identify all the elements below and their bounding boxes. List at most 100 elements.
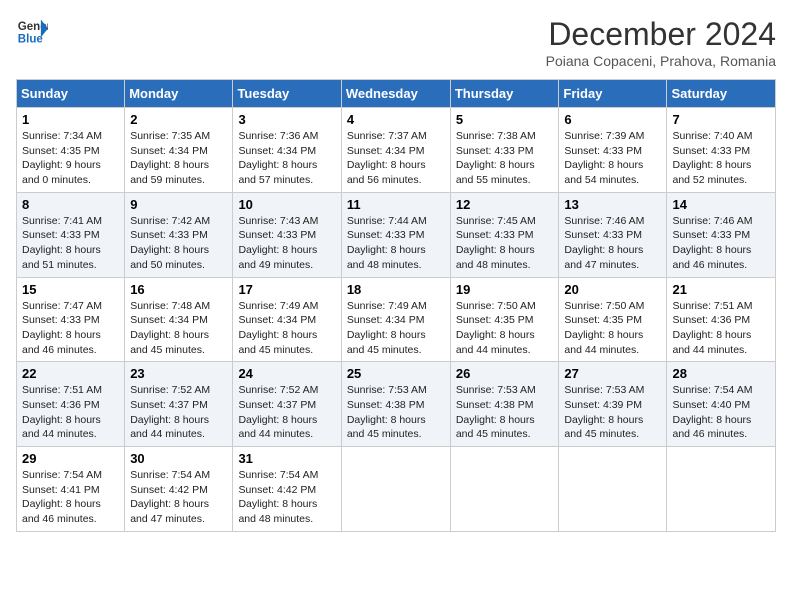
day-detail: Sunrise: 7:43 AMSunset: 4:33 PMDaylight:… <box>238 215 318 271</box>
day-detail: Sunrise: 7:54 AMSunset: 4:41 PMDaylight:… <box>22 469 102 525</box>
day-number: 22 <box>22 366 119 381</box>
day-number: 21 <box>672 282 770 297</box>
day-detail: Sunrise: 7:53 AMSunset: 4:38 PMDaylight:… <box>456 384 536 440</box>
calendar-cell: 5 Sunrise: 7:38 AMSunset: 4:33 PMDaylight… <box>450 108 559 193</box>
day-detail: Sunrise: 7:35 AMSunset: 4:34 PMDaylight:… <box>130 130 210 186</box>
day-detail: Sunrise: 7:46 AMSunset: 4:33 PMDaylight:… <box>564 215 644 271</box>
month-title: December 2024 <box>546 16 776 53</box>
day-number: 19 <box>456 282 554 297</box>
calendar-cell: 23Sunrise: 7:52 AMSunset: 4:37 PMDayligh… <box>125 362 233 447</box>
calendar-cell: 17Sunrise: 7:49 AMSunset: 4:34 PMDayligh… <box>233 277 341 362</box>
calendar-week-row: 1 Sunrise: 7:34 AMSunset: 4:35 PMDaylight… <box>17 108 776 193</box>
day-detail: Sunrise: 7:45 AMSunset: 4:33 PMDaylight:… <box>456 215 536 271</box>
calendar-cell: 24 Sunrise: 7:52 AMSunset: 4:37 PMDayligh… <box>233 362 341 447</box>
day-number: 23 <box>130 366 227 381</box>
day-number: 13 <box>564 197 661 212</box>
calendar-cell: 20Sunrise: 7:50 AMSunset: 4:35 PMDayligh… <box>559 277 667 362</box>
page-header: General Blue December 2024 Poiana Copace… <box>16 16 776 69</box>
day-number: 29 <box>22 451 119 466</box>
calendar-cell: 31Sunrise: 7:54 AMSunset: 4:42 PMDayligh… <box>233 447 341 532</box>
weekday-header-monday: Monday <box>125 80 233 108</box>
day-number: 4 <box>347 112 445 127</box>
day-detail: Sunrise: 7:51 AMSunset: 4:36 PMDaylight:… <box>22 384 102 440</box>
day-detail: Sunrise: 7:52 AMSunset: 4:37 PMDaylight:… <box>238 384 318 440</box>
day-number: 20 <box>564 282 661 297</box>
day-number: 11 <box>347 197 445 212</box>
day-detail: Sunrise: 7:49 AMSunset: 4:34 PMDaylight:… <box>238 300 318 356</box>
day-detail: Sunrise: 7:36 AMSunset: 4:34 PMDaylight:… <box>238 130 318 186</box>
calendar-cell: 4 Sunrise: 7:37 AMSunset: 4:34 PMDaylight… <box>341 108 450 193</box>
day-detail: Sunrise: 7:53 AMSunset: 4:38 PMDaylight:… <box>347 384 427 440</box>
calendar-cell: 10Sunrise: 7:43 AMSunset: 4:33 PMDayligh… <box>233 192 341 277</box>
day-number: 14 <box>672 197 770 212</box>
weekday-header-sunday: Sunday <box>17 80 125 108</box>
calendar-cell: 28 Sunrise: 7:54 AMSunset: 4:40 PMDayligh… <box>667 362 776 447</box>
day-number: 3 <box>238 112 335 127</box>
day-detail: Sunrise: 7:42 AMSunset: 4:33 PMDaylight:… <box>130 215 210 271</box>
calendar-cell: 26 Sunrise: 7:53 AMSunset: 4:38 PMDayligh… <box>450 362 559 447</box>
calendar-cell: 2 Sunrise: 7:35 AMSunset: 4:34 PMDaylight… <box>125 108 233 193</box>
calendar-cell: 30 Sunrise: 7:54 AMSunset: 4:42 PMDayligh… <box>125 447 233 532</box>
weekday-header-wednesday: Wednesday <box>341 80 450 108</box>
weekday-header-row: SundayMondayTuesdayWednesdayThursdayFrid… <box>17 80 776 108</box>
day-detail: Sunrise: 7:44 AMSunset: 4:33 PMDaylight:… <box>347 215 427 271</box>
day-number: 6 <box>564 112 661 127</box>
day-detail: Sunrise: 7:38 AMSunset: 4:33 PMDaylight:… <box>456 130 536 186</box>
weekday-header-tuesday: Tuesday <box>233 80 341 108</box>
calendar-cell: 11 Sunrise: 7:44 AMSunset: 4:33 PMDayligh… <box>341 192 450 277</box>
calendar-cell <box>450 447 559 532</box>
day-number: 28 <box>672 366 770 381</box>
calendar-cell: 3 Sunrise: 7:36 AMSunset: 4:34 PMDaylight… <box>233 108 341 193</box>
calendar-cell: 18Sunrise: 7:49 AMSunset: 4:34 PMDayligh… <box>341 277 450 362</box>
calendar-cell: 6 Sunrise: 7:39 AMSunset: 4:33 PMDaylight… <box>559 108 667 193</box>
day-number: 26 <box>456 366 554 381</box>
calendar-cell: 8 Sunrise: 7:41 AMSunset: 4:33 PMDaylight… <box>17 192 125 277</box>
logo: General Blue <box>16 16 48 48</box>
calendar-week-row: 29 Sunrise: 7:54 AMSunset: 4:41 PMDayligh… <box>17 447 776 532</box>
day-detail: Sunrise: 7:53 AMSunset: 4:39 PMDaylight:… <box>564 384 644 440</box>
day-number: 18 <box>347 282 445 297</box>
day-number: 7 <box>672 112 770 127</box>
calendar-cell: 16Sunrise: 7:48 AMSunset: 4:34 PMDayligh… <box>125 277 233 362</box>
day-detail: Sunrise: 7:47 AMSunset: 4:33 PMDaylight:… <box>22 300 102 356</box>
day-number: 2 <box>130 112 227 127</box>
calendar-cell: 25Sunrise: 7:53 AMSunset: 4:38 PMDayligh… <box>341 362 450 447</box>
calendar-week-row: 15 Sunrise: 7:47 AMSunset: 4:33 PMDayligh… <box>17 277 776 362</box>
day-number: 24 <box>238 366 335 381</box>
calendar-cell: 22 Sunrise: 7:51 AMSunset: 4:36 PMDayligh… <box>17 362 125 447</box>
day-detail: Sunrise: 7:34 AMSunset: 4:35 PMDaylight:… <box>22 130 102 186</box>
day-detail: Sunrise: 7:39 AMSunset: 4:33 PMDaylight:… <box>564 130 644 186</box>
calendar-cell <box>341 447 450 532</box>
day-detail: Sunrise: 7:41 AMSunset: 4:33 PMDaylight:… <box>22 215 102 271</box>
calendar-cell: 1 Sunrise: 7:34 AMSunset: 4:35 PMDaylight… <box>17 108 125 193</box>
day-detail: Sunrise: 7:48 AMSunset: 4:34 PMDaylight:… <box>130 300 210 356</box>
calendar-cell: 19 Sunrise: 7:50 AMSunset: 4:35 PMDayligh… <box>450 277 559 362</box>
day-number: 30 <box>130 451 227 466</box>
day-number: 31 <box>238 451 335 466</box>
day-number: 15 <box>22 282 119 297</box>
location-subtitle: Poiana Copaceni, Prahova, Romania <box>546 53 776 69</box>
calendar-cell: 9 Sunrise: 7:42 AMSunset: 4:33 PMDaylight… <box>125 192 233 277</box>
day-detail: Sunrise: 7:40 AMSunset: 4:33 PMDaylight:… <box>672 130 752 186</box>
calendar-cell: 7 Sunrise: 7:40 AMSunset: 4:33 PMDaylight… <box>667 108 776 193</box>
day-number: 9 <box>130 197 227 212</box>
day-detail: Sunrise: 7:50 AMSunset: 4:35 PMDaylight:… <box>456 300 536 356</box>
day-number: 8 <box>22 197 119 212</box>
day-detail: Sunrise: 7:51 AMSunset: 4:36 PMDaylight:… <box>672 300 752 356</box>
calendar-week-row: 8 Sunrise: 7:41 AMSunset: 4:33 PMDaylight… <box>17 192 776 277</box>
logo-icon: General Blue <box>16 16 48 48</box>
calendar-cell: 27Sunrise: 7:53 AMSunset: 4:39 PMDayligh… <box>559 362 667 447</box>
calendar-cell: 15 Sunrise: 7:47 AMSunset: 4:33 PMDayligh… <box>17 277 125 362</box>
weekday-header-thursday: Thursday <box>450 80 559 108</box>
calendar-cell <box>559 447 667 532</box>
day-detail: Sunrise: 7:54 AMSunset: 4:40 PMDaylight:… <box>672 384 752 440</box>
day-detail: Sunrise: 7:54 AMSunset: 4:42 PMDaylight:… <box>130 469 210 525</box>
day-number: 5 <box>456 112 554 127</box>
day-detail: Sunrise: 7:37 AMSunset: 4:34 PMDaylight:… <box>347 130 427 186</box>
calendar-cell <box>667 447 776 532</box>
day-number: 1 <box>22 112 119 127</box>
calendar-cell: 14 Sunrise: 7:46 AMSunset: 4:33 PMDayligh… <box>667 192 776 277</box>
calendar-cell: 29 Sunrise: 7:54 AMSunset: 4:41 PMDayligh… <box>17 447 125 532</box>
calendar-week-row: 22 Sunrise: 7:51 AMSunset: 4:36 PMDayligh… <box>17 362 776 447</box>
day-detail: Sunrise: 7:46 AMSunset: 4:33 PMDaylight:… <box>672 215 752 271</box>
